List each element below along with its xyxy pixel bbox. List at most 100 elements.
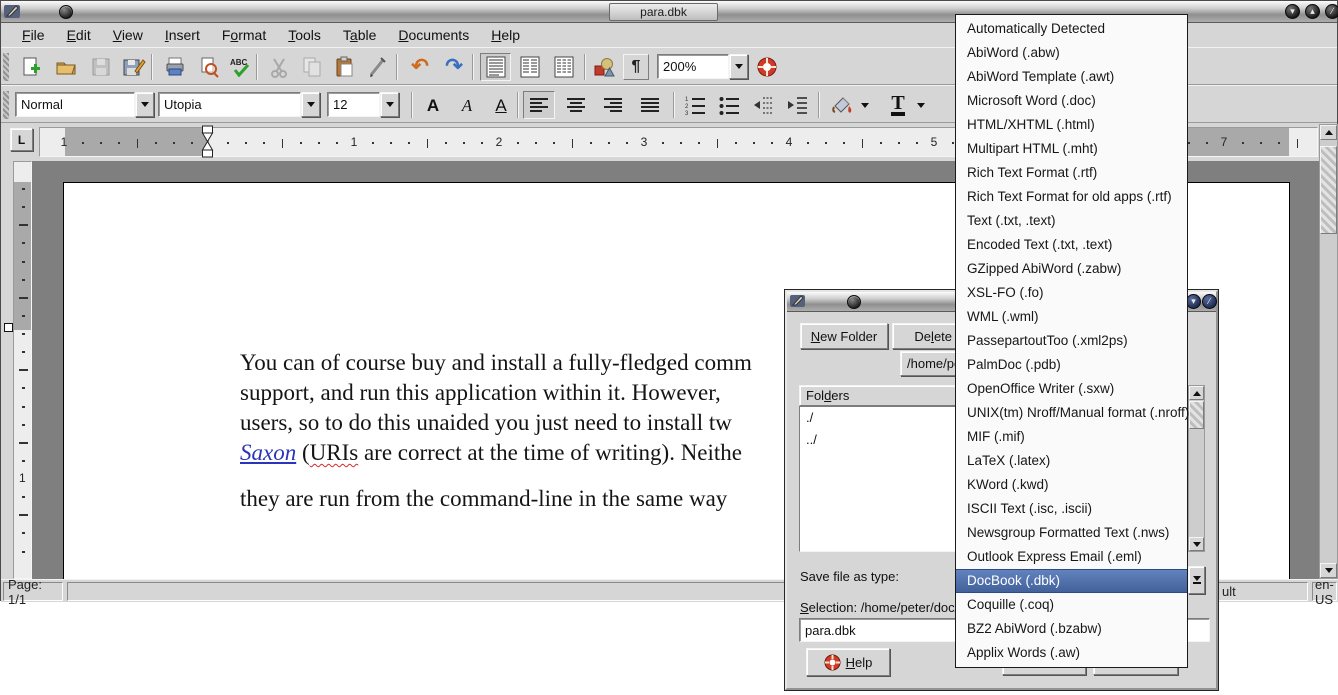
paste-button[interactable] — [331, 53, 359, 81]
style-combobox[interactable]: Normal — [15, 92, 154, 117]
redo-button[interactable]: ↷ — [440, 53, 468, 81]
scroll-up-button[interactable] — [1189, 386, 1204, 400]
menu-insert[interactable]: Insert — [154, 25, 211, 45]
folders-list[interactable]: ./../ — [799, 406, 957, 552]
tab-stop-selector[interactable]: L — [10, 128, 33, 151]
file-type-option[interactable]: GZipped AbiWord (.zabw) — [956, 257, 1187, 281]
file-type-option[interactable]: PassepartoutToo (.xml2ps) — [956, 329, 1187, 353]
scrollbar-thumb[interactable] — [1189, 401, 1204, 429]
file-type-option[interactable]: AbiWord Template (.awt) — [956, 65, 1187, 89]
menu-edit[interactable]: Edit — [56, 25, 102, 45]
font-color-dropdown-arrow[interactable] — [913, 91, 929, 119]
file-type-option[interactable]: Text (.txt, .text) — [956, 209, 1187, 233]
italic-button[interactable]: A — [453, 91, 481, 119]
menu-help[interactable]: Help — [480, 25, 531, 45]
menu-format[interactable]: Format — [211, 25, 277, 45]
bullet-list-button[interactable] — [715, 91, 743, 119]
font-size-combobox[interactable]: 12 — [327, 92, 399, 117]
window-menu-button[interactable] — [59, 5, 73, 19]
scroll-down-button[interactable] — [1189, 537, 1204, 551]
file-type-option[interactable]: ISCII Text (.isc, .iscii) — [956, 497, 1187, 521]
file-type-option[interactable]: Outlook Express Email (.eml) — [956, 545, 1187, 569]
file-type-option[interactable]: Automatically Detected — [956, 17, 1187, 41]
underline-button[interactable]: A — [487, 91, 515, 119]
folders-column-header[interactable]: Folders — [799, 385, 957, 406]
minimize-button[interactable]: ▾ — [1285, 4, 1300, 19]
one-column-button[interactable] — [480, 53, 511, 81]
scroll-up-button[interactable] — [1320, 125, 1337, 140]
document-vertical-scrollbar[interactable] — [1319, 124, 1338, 579]
new-folder-button[interactable]: New Folder — [800, 323, 888, 349]
folder-row[interactable]: ./ — [800, 407, 956, 429]
file-type-option[interactable]: MIF (.mif) — [956, 425, 1187, 449]
file-type-option[interactable]: UNIX(tm) Nroff/Manual format (.nroff) — [956, 401, 1187, 425]
format-painter-button[interactable] — [363, 53, 391, 81]
file-type-option[interactable]: DocBook (.dbk) — [956, 569, 1187, 593]
file-type-option[interactable]: XSL-FO (.fo) — [956, 281, 1187, 305]
font-value[interactable]: Utopia — [158, 92, 301, 117]
dialog-window-menu-button[interactable] — [847, 295, 861, 309]
vertical-ruler[interactable]: 1 — [13, 161, 32, 579]
highlight-color-button[interactable] — [827, 91, 857, 119]
two-columns-button[interactable] — [514, 53, 545, 81]
zoom-dropdown-arrow[interactable] — [729, 54, 748, 79]
file-type-option[interactable]: BZ2 AbiWord (.bzabw) — [956, 617, 1187, 641]
font-dropdown-arrow[interactable] — [301, 92, 320, 117]
file-type-option[interactable]: LaTeX (.latex) — [956, 449, 1187, 473]
font-combobox[interactable]: Utopia — [158, 92, 320, 117]
indent-markers[interactable] — [201, 123, 215, 161]
dialog-help-button[interactable]: Help — [806, 648, 890, 676]
font-size-value[interactable]: 12 — [327, 92, 380, 117]
highlight-color-dropdown-arrow[interactable] — [857, 91, 873, 119]
help-button[interactable] — [753, 53, 781, 81]
justify-button[interactable] — [634, 91, 666, 119]
file-type-option[interactable]: AbiWord (.abw) — [956, 41, 1187, 65]
file-type-option[interactable]: PalmDoc (.pdb) — [956, 353, 1187, 377]
show-formatting-marks-button[interactable]: ¶ — [623, 54, 649, 80]
file-type-option[interactable]: OpenOffice Writer (.sxw) — [956, 377, 1187, 401]
save-as-button[interactable] — [120, 53, 148, 81]
files-list-scrollbar[interactable] — [1188, 385, 1205, 552]
spellcheck-button[interactable]: ABC — [227, 53, 255, 81]
file-type-option[interactable]: Multipart HTML (.mht) — [956, 137, 1187, 161]
menu-file[interactable]: File — [11, 25, 56, 45]
dialog-close-button[interactable]: ⁄ — [1202, 294, 1217, 309]
bold-button[interactable]: A — [419, 91, 447, 119]
hyperlink-saxon[interactable]: Saxon — [240, 440, 296, 465]
print-preview-button[interactable] — [195, 53, 223, 81]
menu-table[interactable]: Table — [332, 25, 387, 45]
menu-tools[interactable]: Tools — [277, 25, 332, 45]
file-type-option[interactable]: Coquille (.coq) — [956, 593, 1187, 617]
style-value[interactable]: Normal — [15, 92, 135, 117]
numbered-list-button[interactable]: 123 — [681, 91, 709, 119]
menu-view[interactable]: View — [102, 25, 154, 45]
undo-button[interactable]: ↶ — [406, 53, 434, 81]
three-columns-button[interactable] — [548, 53, 579, 81]
file-type-option[interactable]: Encoded Text (.txt, .text) — [956, 233, 1187, 257]
folder-row[interactable]: ../ — [800, 429, 956, 451]
open-document-button[interactable] — [52, 53, 80, 81]
align-right-button[interactable] — [597, 91, 629, 119]
file-type-option[interactable]: Newsgroup Formatted Text (.nws) — [956, 521, 1187, 545]
file-type-dropdown-arrow[interactable] — [1188, 566, 1205, 594]
menu-documents[interactable]: Documents — [387, 25, 480, 45]
font-size-dropdown-arrow[interactable] — [380, 92, 399, 117]
zoom-value[interactable]: 200% — [657, 54, 729, 79]
toolbar-drag-handle[interactable] — [3, 53, 9, 81]
align-left-button[interactable] — [523, 91, 555, 119]
file-type-option[interactable]: WML (.wml) — [956, 305, 1187, 329]
top-margin-marker[interactable] — [4, 323, 13, 332]
insert-shapes-button[interactable] — [591, 53, 619, 81]
font-color-button[interactable]: T — [885, 91, 911, 119]
align-center-button[interactable] — [560, 91, 592, 119]
decrease-indent-button[interactable] — [749, 91, 777, 119]
file-type-option[interactable]: Applix Words (.aw) — [956, 641, 1187, 665]
close-button[interactable]: ⁄ — [1325, 4, 1338, 19]
file-type-option[interactable]: Rich Text Format (.rtf) — [956, 161, 1187, 185]
print-button[interactable] — [161, 53, 189, 81]
new-document-button[interactable] — [17, 53, 45, 81]
maximize-button[interactable]: ▴ — [1305, 4, 1320, 19]
toolbar-drag-handle[interactable] — [3, 91, 9, 119]
file-type-option[interactable]: HTML/XHTML (.html) — [956, 113, 1187, 137]
increase-indent-button[interactable] — [783, 91, 811, 119]
